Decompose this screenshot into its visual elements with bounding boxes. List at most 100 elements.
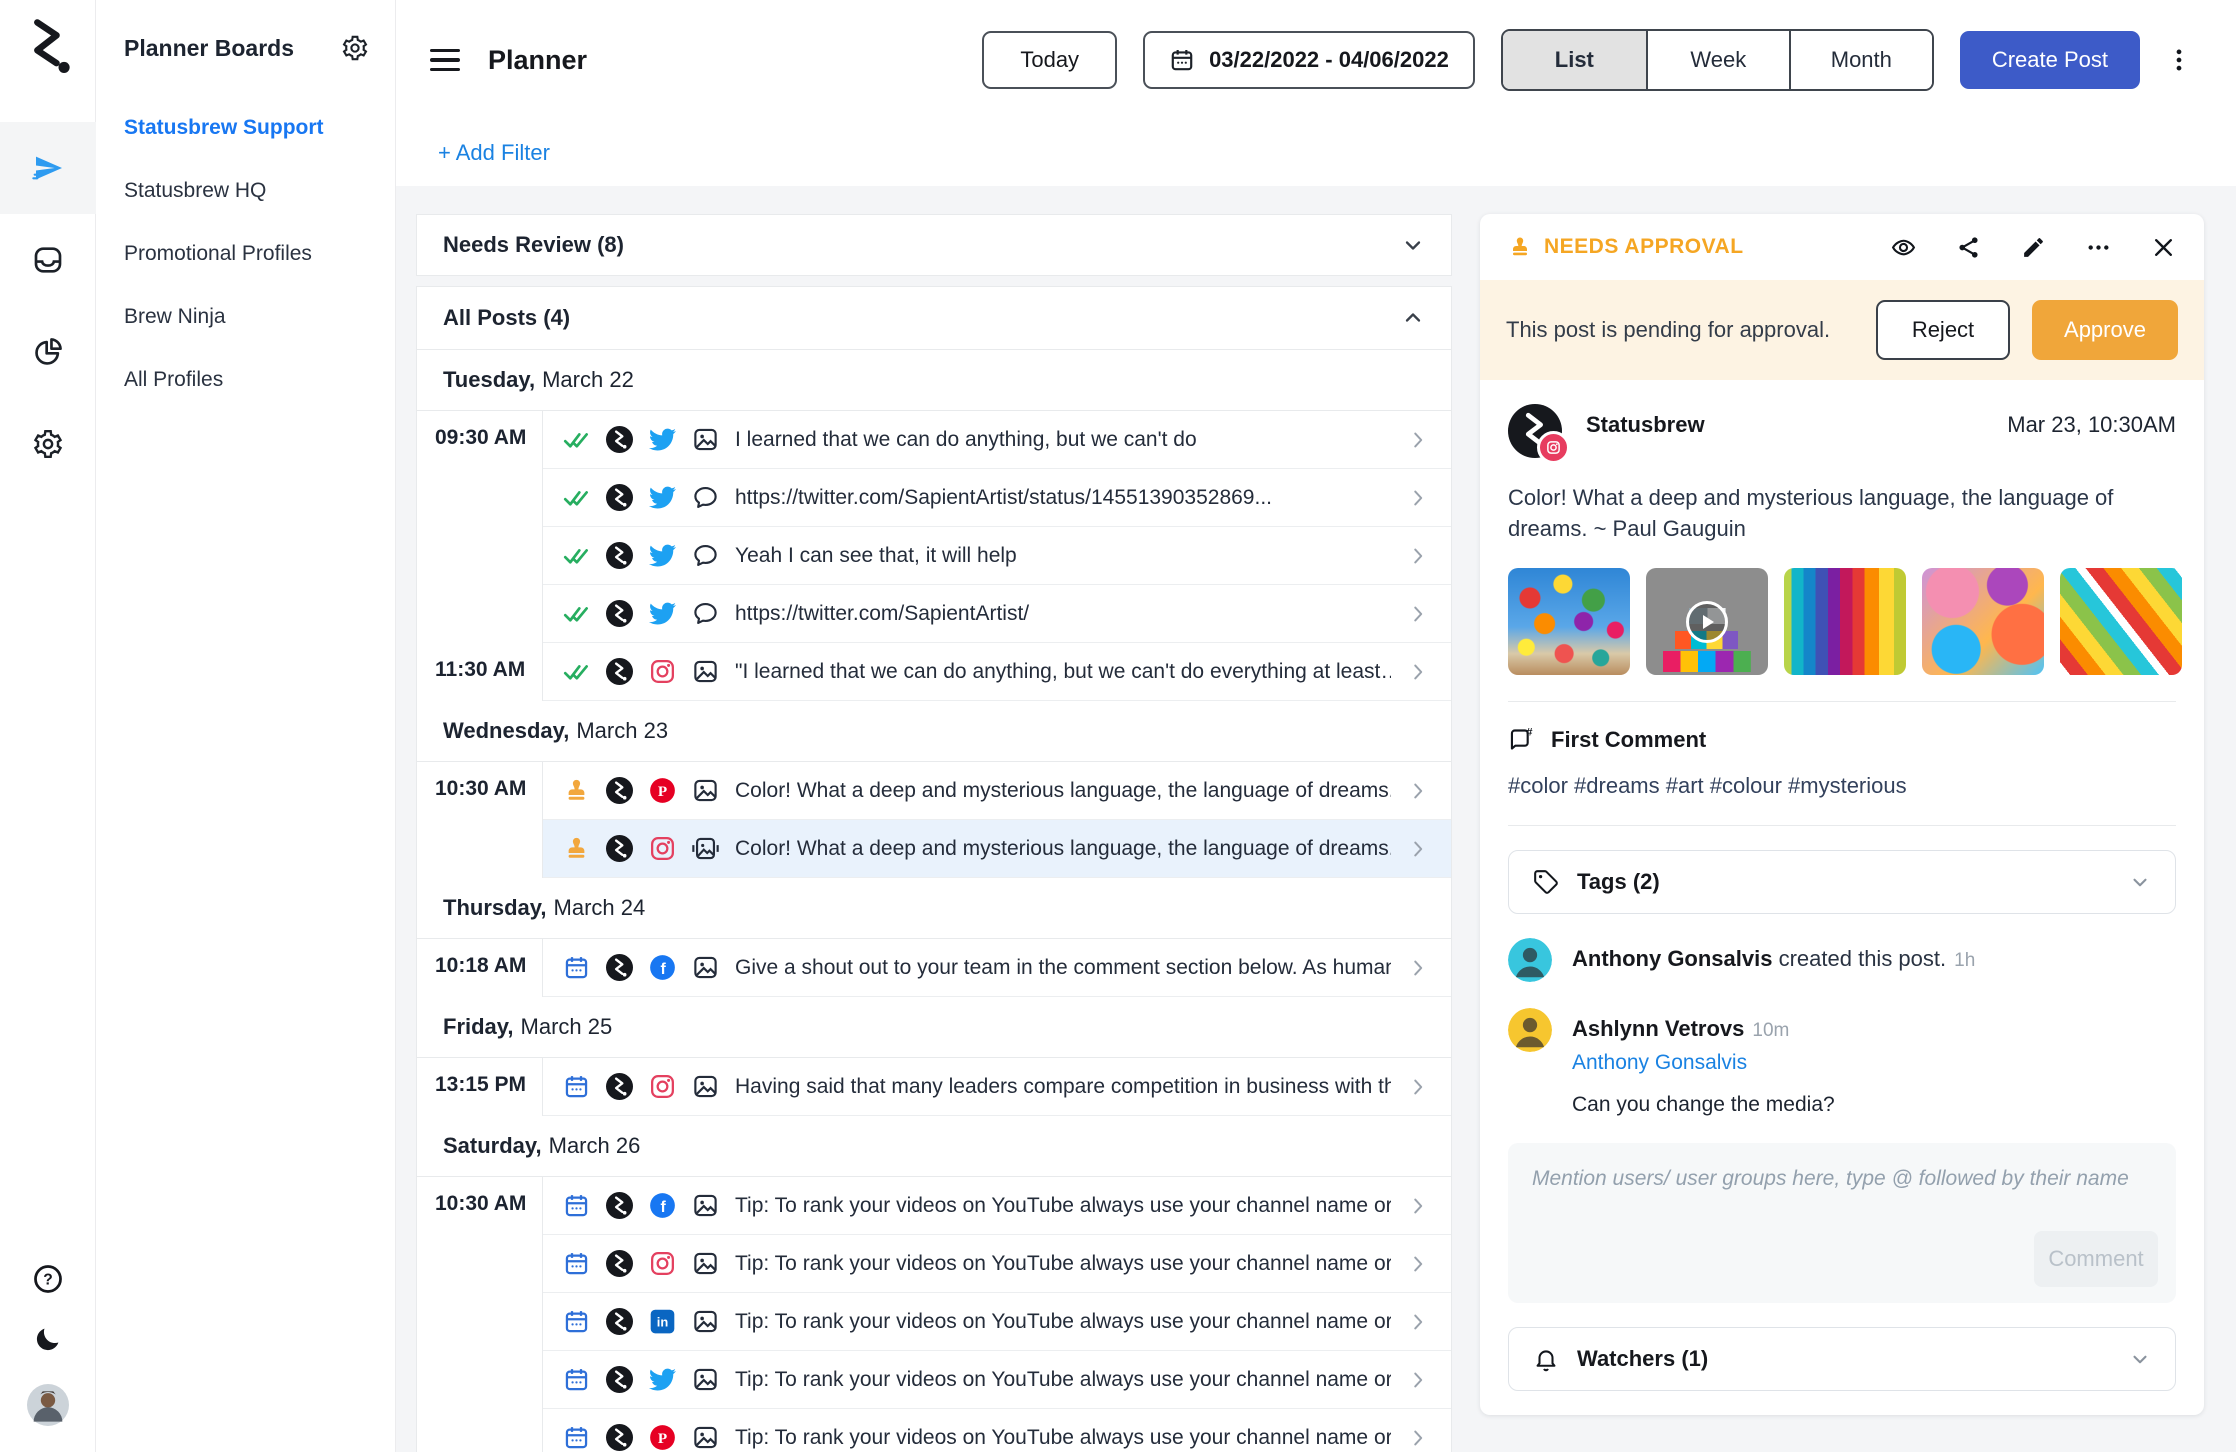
create-post-button[interactable]: Create Post bbox=[1960, 31, 2140, 89]
facebook-icon: f bbox=[649, 954, 676, 981]
boards-settings-gear-icon[interactable] bbox=[341, 34, 369, 62]
reject-button[interactable]: Reject bbox=[1876, 300, 2010, 360]
post-row[interactable]: Yeah I can see that, it will help bbox=[543, 527, 1451, 585]
instagram-badge-icon bbox=[1537, 431, 1570, 464]
post-author-name: Statusbrew bbox=[1586, 404, 1705, 438]
media-thumbnail-colorful-umbrellas-street[interactable] bbox=[1508, 568, 1630, 675]
sidebar-item-statusbrew-support[interactable]: Statusbrew Support bbox=[124, 96, 369, 159]
dark-mode-moon-icon[interactable] bbox=[33, 1324, 63, 1354]
post-row[interactable]: https://twitter.com/SapientArtist/status… bbox=[543, 469, 1451, 527]
post-detail-panel: NEEDS APPROVAL This post is pending for … bbox=[1480, 214, 2204, 1415]
tags-card[interactable]: Tags (2) bbox=[1508, 850, 2176, 914]
section-title: Needs Review (8) bbox=[443, 232, 624, 258]
post-row[interactable]: Tip: To rank your videos on YouTube alwa… bbox=[543, 1351, 1451, 1409]
time-group: 10:30 AMfTip: To rank your videos on You… bbox=[417, 1177, 1451, 1452]
post-row[interactable]: PColor! What a deep and mysterious langu… bbox=[543, 762, 1451, 820]
media-thumbnail-rainbow-tunnel[interactable] bbox=[1784, 568, 1906, 675]
today-button[interactable]: Today bbox=[982, 31, 1117, 89]
watchers-card[interactable]: Watchers (1) bbox=[1508, 1327, 2176, 1391]
linkedin-icon: in bbox=[649, 1308, 676, 1335]
share-icon[interactable] bbox=[1956, 235, 1981, 260]
carousel-icon bbox=[692, 835, 719, 862]
media-thumbnail-stacked-paper-cups[interactable] bbox=[1646, 568, 1768, 675]
svg-text:f: f bbox=[661, 961, 667, 978]
more-ellipsis-icon[interactable] bbox=[2086, 235, 2111, 260]
tags-label: Tags (2) bbox=[1577, 869, 1660, 895]
more-options-kebab-icon[interactable] bbox=[2166, 45, 2192, 75]
chevron-right-icon bbox=[1407, 838, 1429, 860]
rail-item-planner[interactable] bbox=[0, 122, 96, 214]
twitter-icon bbox=[649, 426, 676, 453]
post-row-text: Tip: To rank your videos on YouTube alwa… bbox=[735, 1368, 1391, 1392]
day-header: Thursday,March 24 bbox=[417, 878, 1451, 939]
chevron-down-icon bbox=[2129, 871, 2151, 893]
svg-text:#: # bbox=[1526, 727, 1533, 739]
sidebar-item-all-profiles[interactable]: All Profiles bbox=[124, 348, 369, 411]
gear-icon bbox=[32, 428, 64, 460]
post-row-text: Tip: To rank your videos on YouTube alwa… bbox=[735, 1194, 1391, 1218]
comment-placeholder: Mention users/ user groups here, type @ … bbox=[1532, 1167, 2129, 1190]
post-row-text: Color! What a deep and mysterious langua… bbox=[735, 837, 1391, 861]
sidebar-item-brew-ninja[interactable]: Brew Ninja bbox=[124, 285, 369, 348]
statusbrew-avatar bbox=[606, 954, 633, 981]
day-header: Tuesday,March 22 bbox=[417, 350, 1451, 411]
preview-eye-icon[interactable] bbox=[1891, 235, 1916, 260]
post-row[interactable]: Having said that many leaders compare co… bbox=[543, 1058, 1451, 1116]
help-icon[interactable]: ? bbox=[33, 1264, 63, 1294]
all-posts-header[interactable]: All Posts (4) bbox=[417, 287, 1451, 350]
sidebar-item-statusbrew-hq[interactable]: Statusbrew HQ bbox=[124, 159, 369, 222]
hamburger-menu-icon[interactable] bbox=[430, 49, 460, 71]
published-status-icon bbox=[563, 426, 590, 453]
day-header: Wednesday,March 23 bbox=[417, 701, 1451, 762]
chevron-right-icon bbox=[1407, 780, 1429, 802]
post-row[interactable]: I learned that we can do anything, but w… bbox=[543, 411, 1451, 469]
rail-item-settings[interactable] bbox=[0, 398, 96, 490]
media-thumbnail-abstract-color-bubbles[interactable] bbox=[1922, 568, 2044, 675]
photo-icon bbox=[692, 954, 719, 981]
chevron-right-icon bbox=[1407, 957, 1429, 979]
comment-input[interactable]: Mention users/ user groups here, type @ … bbox=[1508, 1143, 2176, 1303]
view-tab-month[interactable]: Month bbox=[1789, 31, 1932, 89]
photo-icon bbox=[692, 1424, 719, 1451]
post-row[interactable]: Tip: To rank your videos on YouTube alwa… bbox=[543, 1235, 1451, 1293]
comment-submit-button[interactable]: Comment bbox=[2034, 1231, 2158, 1287]
approval-status: NEEDS APPROVAL bbox=[1508, 235, 1744, 259]
section-needs-review[interactable]: Needs Review (8) bbox=[416, 214, 1452, 276]
post-row-text: "I learned that we can do anything, but … bbox=[735, 660, 1391, 684]
mention-link[interactable]: Anthony Gonsalvis bbox=[1572, 1051, 1835, 1075]
post-row[interactable]: inTip: To rank your videos on YouTube al… bbox=[543, 1293, 1451, 1351]
media-thumbnail-rainbow-diagonal-stripes[interactable] bbox=[2060, 568, 2182, 675]
rail-item-reports[interactable] bbox=[0, 306, 96, 398]
time-label: 09:30 AM bbox=[417, 411, 543, 643]
activity-item: Ashlynn Vetrovs10mAnthony GonsalvisCan y… bbox=[1508, 1008, 2176, 1117]
post-row[interactable]: Color! What a deep and mysterious langua… bbox=[543, 820, 1451, 878]
post-row[interactable]: PTip: To rank your videos on YouTube alw… bbox=[543, 1409, 1451, 1452]
add-filter-link[interactable]: + Add Filter bbox=[438, 140, 550, 166]
facebook-icon: f bbox=[649, 1192, 676, 1219]
sidebar-item-promotional-profiles[interactable]: Promotional Profiles bbox=[124, 222, 369, 285]
chevron-right-icon bbox=[1407, 1195, 1429, 1217]
post-row[interactable]: f Tip: To rank your videos on YouTube alw… bbox=[543, 1177, 1451, 1235]
time-group: 10:18 AMfGive a shout out to your team i… bbox=[417, 939, 1451, 997]
view-tab-week[interactable]: Week bbox=[1646, 31, 1789, 89]
time-group: 11:30 AM"I learned that we can do anythi… bbox=[417, 643, 1451, 701]
rail-item-inbox[interactable] bbox=[0, 214, 96, 306]
scheduled-status-icon bbox=[563, 954, 590, 981]
approve-button[interactable]: Approve bbox=[2032, 300, 2178, 360]
statusbrew-avatar bbox=[606, 658, 633, 685]
pinterest-icon: P bbox=[649, 1424, 676, 1451]
statusbrew-avatar bbox=[606, 1366, 633, 1393]
close-icon[interactable] bbox=[2151, 235, 2176, 260]
user-avatar[interactable] bbox=[27, 1384, 69, 1426]
send-plane-icon bbox=[32, 152, 64, 184]
post-row-text: Yeah I can see that, it will help bbox=[735, 544, 1391, 568]
post-row[interactable]: fGive a shout out to your team in the co… bbox=[543, 939, 1451, 997]
view-tab-list[interactable]: List bbox=[1503, 31, 1646, 89]
date-range-button[interactable]: 03/22/2022 - 04/06/2022 bbox=[1143, 31, 1475, 89]
chevron-right-icon bbox=[1407, 1311, 1429, 1333]
post-row[interactable]: "I learned that we can do anything, but … bbox=[543, 643, 1451, 701]
edit-pencil-icon[interactable] bbox=[2021, 235, 2046, 260]
post-row[interactable]: https://twitter.com/SapientArtist/ bbox=[543, 585, 1451, 643]
section-title: All Posts (4) bbox=[443, 305, 570, 331]
scheduled-status-icon bbox=[563, 1250, 590, 1277]
